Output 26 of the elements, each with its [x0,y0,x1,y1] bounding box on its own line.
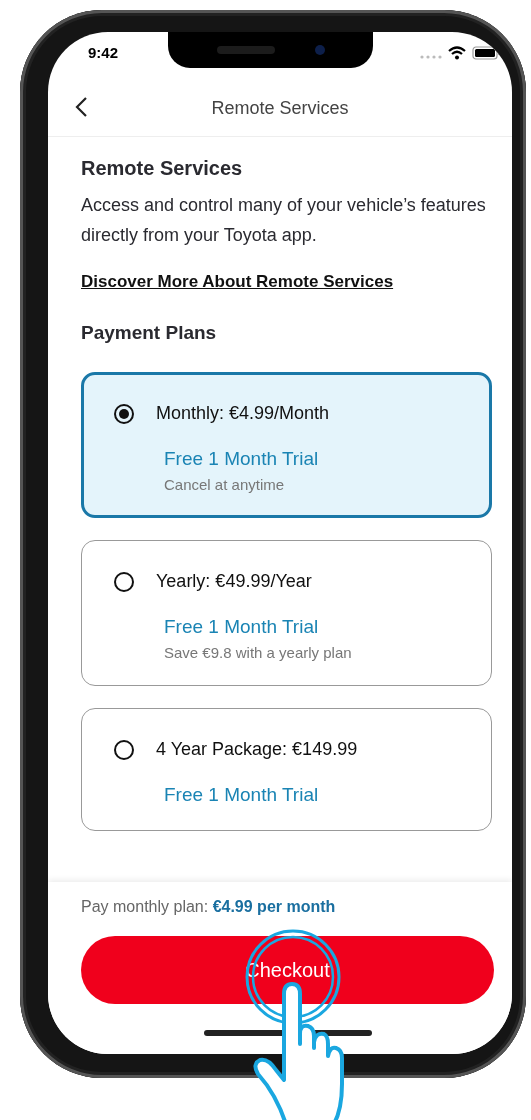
back-chevron-icon [74,96,88,118]
screen-title: Remote Services [211,97,349,119]
plan-summary: Pay monthly plan: €4.99 per month [81,898,337,916]
radio-button[interactable] [114,571,134,592]
plan-note: Save €9.8 with a yearly plan [164,644,353,661]
radio-button[interactable] [114,403,134,424]
radio-button[interactable] [114,739,134,760]
trial-label: Free 1 Month Trial [164,616,320,638]
section-description: Access and control many of your vehicle’s features directly from your Toyota app. [81,194,487,247]
plan-note: Cancel at anytime [164,476,286,493]
discover-more-link[interactable]: Discover More About Remote Services [81,272,394,292]
signal-icon [420,54,442,60]
plan-card[interactable]: Monthly: €4.99/Month Free 1 Month Trial Cancel at anytime [81,372,492,518]
status-time: 9:42 [88,44,119,61]
plan-name: Yearly: €49.99/Year [156,571,312,592]
wifi-icon [448,46,466,60]
plan-name: 4 Year Package: €149.99 [156,739,358,760]
plan-card[interactable]: 4 Year Package: €149.99 Free 1 Month Trial [81,708,492,831]
battery-icon [472,46,500,60]
trial-label: Free 1 Month Trial [164,448,320,470]
plan-card[interactable]: Yearly: €49.99/Year Free 1 Month Trial Save €9.8 with a yearly plan [81,540,492,686]
trial-label: Free 1 Month Trial [164,784,320,806]
plan-name: Monthly: €4.99/Month [156,403,330,424]
back-button[interactable] [74,96,88,118]
section-title: Remote Services [81,157,244,180]
payment-plans-heading: Payment Plans [81,322,218,344]
